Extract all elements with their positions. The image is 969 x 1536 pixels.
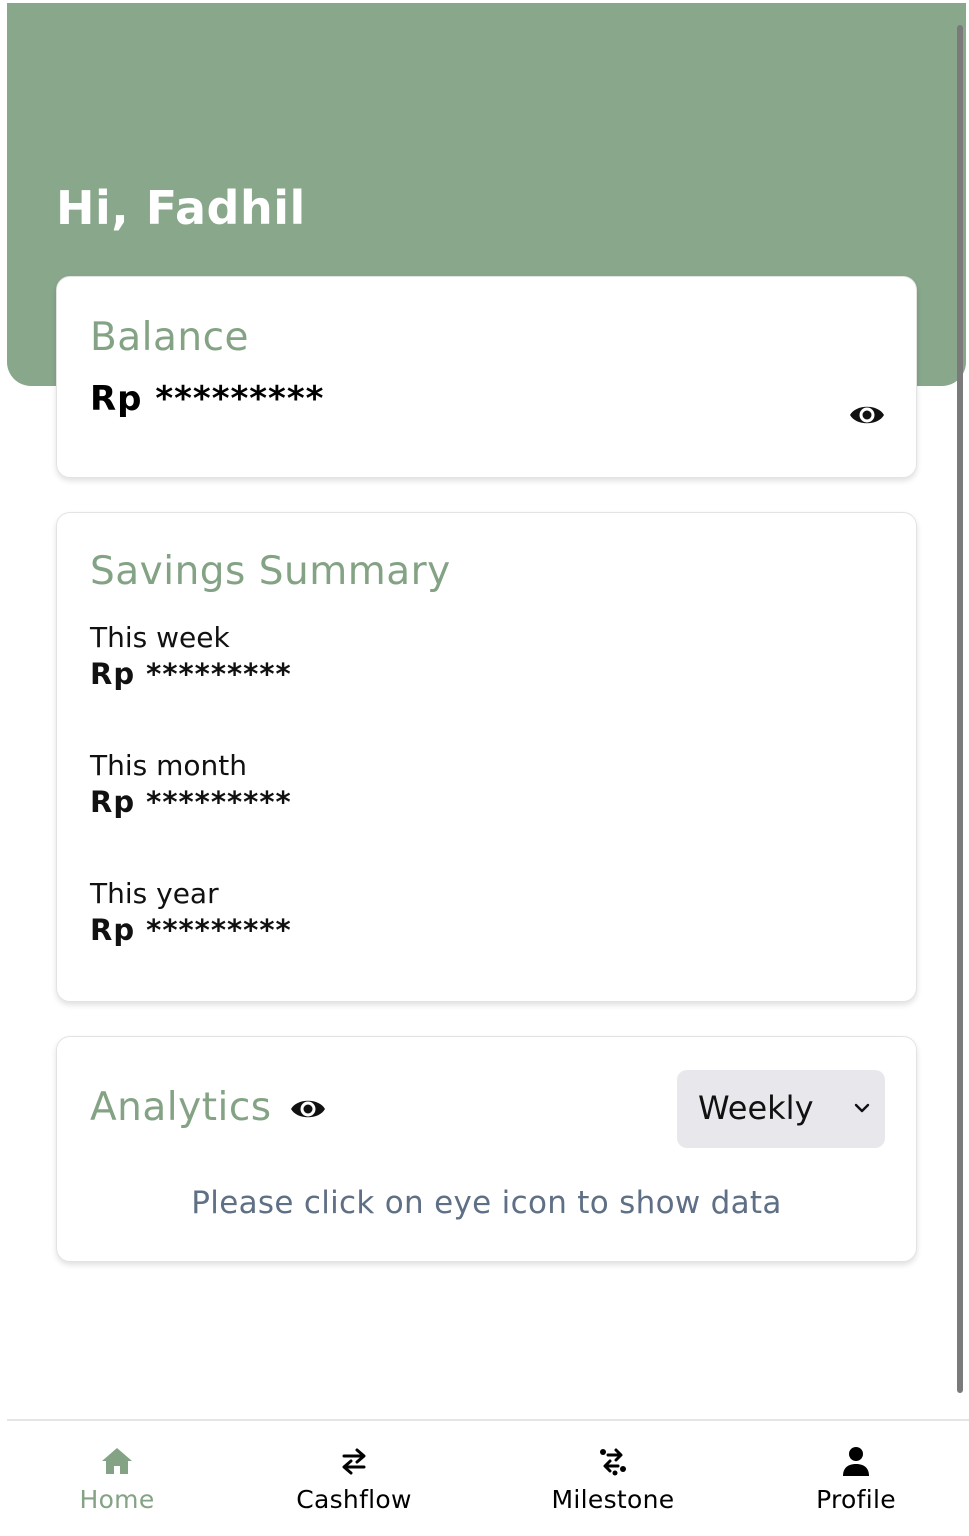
savings-week-value: Rp ********* [90, 657, 292, 691]
nav-label-milestone: Milestone [551, 1485, 675, 1514]
nav-item-milestone[interactable]: Milestone [513, 1421, 713, 1536]
analytics-empty-message: Please click on eye icon to show data [191, 1185, 782, 1221]
nav-label-cashflow: Cashflow [296, 1485, 412, 1514]
savings-summary-card: Savings Summary This week Rp ********* T… [56, 512, 917, 1002]
scrollbar[interactable] [957, 25, 963, 1393]
balance-card: Balance Rp ********* [56, 276, 917, 478]
balance-value: Rp ********* [90, 379, 325, 419]
bottom-navigation: Home Cashflow Milestone Profile [7, 1419, 969, 1536]
savings-month-value: Rp ********* [90, 785, 292, 819]
balance-title: Balance [90, 315, 250, 360]
period-select[interactable]: Weekly [677, 1070, 885, 1148]
eye-icon[interactable] [289, 1095, 327, 1123]
swap-arrows-icon [342, 1448, 366, 1475]
savings-year-value: Rp ********* [90, 913, 292, 947]
chevron-down-icon [852, 1100, 872, 1116]
nav-item-cashflow[interactable]: Cashflow [254, 1421, 454, 1536]
nav-label-profile: Profile [816, 1485, 896, 1514]
person-icon [843, 1447, 869, 1476]
savings-week-label: This week [90, 621, 230, 654]
nav-item-home[interactable]: Home [17, 1421, 217, 1536]
savings-month-label: This month [90, 749, 247, 782]
greeting-text: Hi, Fadhil [56, 181, 306, 235]
analytics-title: Analytics [90, 1085, 272, 1130]
savings-summary-title: Savings Summary [90, 549, 451, 594]
nav-label-home: Home [79, 1485, 155, 1514]
savings-year-label: This year [90, 877, 219, 910]
app-screen: Hi, Fadhil Balance Rp ********* Savings … [7, 3, 969, 1536]
eye-icon[interactable] [848, 401, 886, 429]
nav-item-profile[interactable]: Profile [756, 1421, 956, 1536]
milestone-icon [600, 1448, 626, 1476]
period-select-value: Weekly [698, 1089, 814, 1127]
home-icon [102, 1448, 132, 1474]
analytics-card: Analytics Weekly Please click on eye ico… [56, 1036, 917, 1262]
